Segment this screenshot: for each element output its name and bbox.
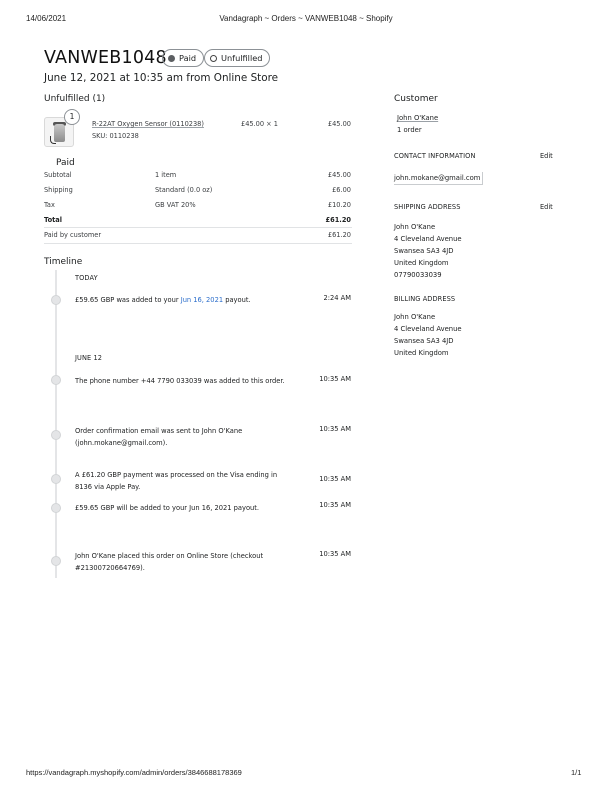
payment-status-badge: Paid <box>162 49 205 67</box>
timeline-dot-icon <box>51 474 61 484</box>
total-label: Total <box>44 216 63 224</box>
customer-name-link[interactable]: John O'Kane <box>397 112 438 124</box>
timeline-group-june-12: JUNE 12 <box>75 354 103 362</box>
timeline-event-time: 2:24 AM <box>323 294 352 302</box>
shipping-address-block: John O'Kane 4 Cleveland Avenue Swansea S… <box>394 223 462 279</box>
customer-order-count: 1 order <box>397 126 422 134</box>
product-price-qty: £45.00 × 1 <box>241 120 278 128</box>
print-url: https://vandagraph.myshopify.com/admin/o… <box>26 768 242 777</box>
paid-by-customer-amount: £61.20 <box>327 231 351 239</box>
billing-address-heading: BILLING ADDRESS <box>394 295 456 303</box>
shipping-detail: Standard (0.0 oz) <box>155 186 213 194</box>
order-subtitle: June 12, 2021 at 10:35 am from Online St… <box>44 72 279 84</box>
timeline-event-time: 10:35 AM <box>319 425 351 433</box>
timeline-event-time: 10:35 AM <box>319 475 351 483</box>
fulfillment-status-label: Unfulfilled <box>221 53 263 63</box>
shipping-amount: £6.00 <box>332 186 351 194</box>
shipping-address-heading: SHIPPING ADDRESS <box>394 203 461 211</box>
unfulfilled-heading: Unfulfilled (1) <box>44 94 106 104</box>
tax-amount: £10.20 <box>327 201 351 209</box>
tax-label: Tax <box>44 201 55 209</box>
product-line-total: £45.00 <box>327 120 351 128</box>
timeline-event-text: Order confirmation email was sent to Joh… <box>75 427 243 447</box>
timeline-event-text: £59.65 GBP was added to your Jun 16, 202… <box>75 296 251 304</box>
edit-contact-button[interactable]: Edit <box>540 152 553 160</box>
status-dot-icon <box>168 54 175 62</box>
product-sku: SKU: 0110238 <box>92 132 139 140</box>
timeline-event-text: The phone number +44 7790 033039 was add… <box>75 377 285 385</box>
timeline-event-text: John O'Kane placed this order on Online … <box>75 552 264 572</box>
status-ring-icon <box>210 54 217 62</box>
total-amount: £61.20 <box>325 216 351 224</box>
customer-heading: Customer <box>394 94 438 104</box>
print-title: Vandagraph ~ Orders ~ VANWEB1048 ~ Shopi… <box>219 14 393 23</box>
payout-date-link[interactable]: Jun 16, 2021 <box>181 296 223 304</box>
billing-address-block: John O'Kane 4 Cleveland Avenue Swansea S… <box>394 313 462 357</box>
edit-shipping-button[interactable]: Edit <box>540 203 553 211</box>
product-link[interactable]: R-22AT Oxygen Sensor (0110238) <box>92 120 204 128</box>
timeline-event-text: A £61.20 GBP payment was processed on th… <box>75 471 278 491</box>
subtotal-label: Subtotal <box>44 171 72 179</box>
timeline-group-today: TODAY <box>75 274 98 282</box>
shipping-label: Shipping <box>44 186 73 194</box>
timeline-dot-icon <box>51 556 61 566</box>
quantity-badge: 1 <box>64 109 80 125</box>
subtotal-detail: 1 item <box>155 171 177 179</box>
timeline-event-text: £59.65 GBP will be added to your Jun 16,… <box>75 504 260 512</box>
timeline-dot-icon <box>51 430 61 440</box>
timeline-dot-icon <box>51 375 61 385</box>
contact-heading: CONTACT INFORMATION <box>394 152 476 160</box>
timeline-event-time: 10:35 AM <box>319 550 351 558</box>
payment-status-label: Paid <box>179 53 197 63</box>
timeline-event-time: 10:35 AM <box>319 501 351 509</box>
payment-divider <box>44 227 352 228</box>
customer-email[interactable]: john.mokane@gmail.com <box>394 172 484 185</box>
timeline-dot-icon <box>51 295 61 305</box>
print-page-number: 1/1 <box>571 768 582 777</box>
order-number: VANWEB1048 <box>44 48 167 68</box>
subtotal-amount: £45.00 <box>327 171 351 179</box>
timeline-heading: Timeline <box>44 257 83 267</box>
paid-by-customer-label: Paid by customer <box>44 231 102 239</box>
timeline-rail <box>55 270 57 578</box>
timeline-dot-icon <box>51 503 61 513</box>
payment-bottom-divider <box>44 243 352 244</box>
tax-detail: GB VAT 20% <box>155 201 196 209</box>
timeline-event-time: 10:35 AM <box>319 375 351 383</box>
fulfillment-status-badge: Unfulfilled <box>204 49 271 67</box>
payment-heading: Paid <box>56 158 75 168</box>
